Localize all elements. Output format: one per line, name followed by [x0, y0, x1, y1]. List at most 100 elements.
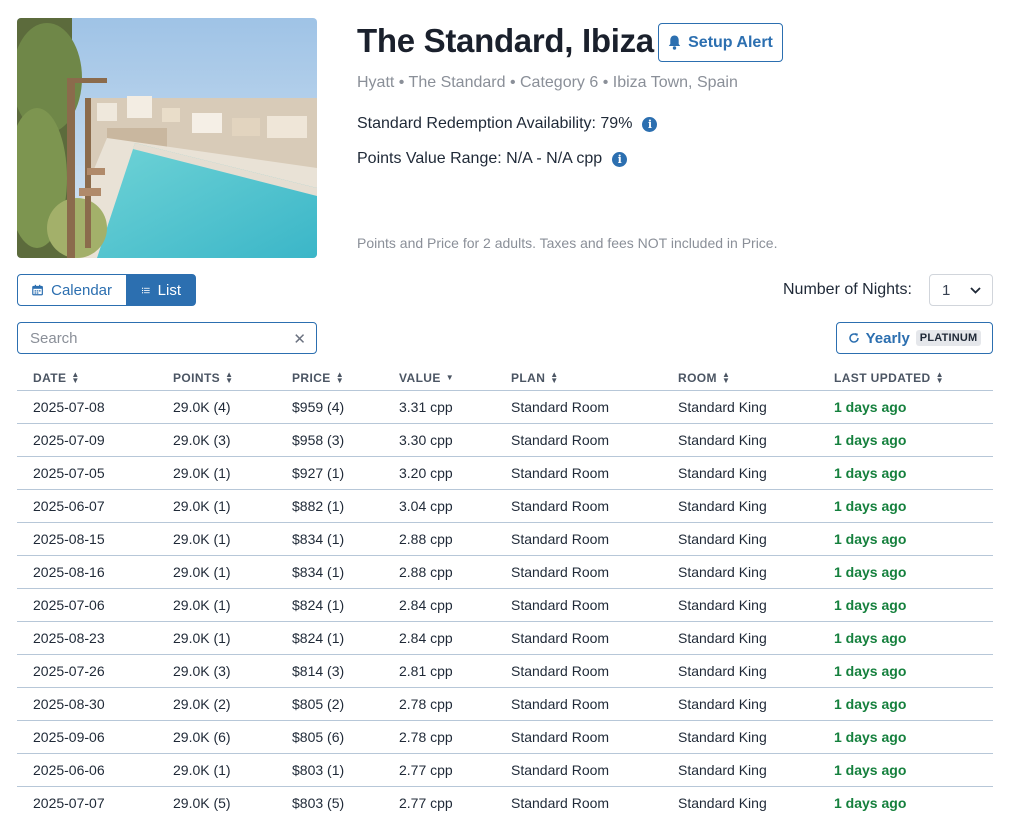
cell-price: $805 (2): [292, 696, 345, 712]
cell-points: 29.0K (3): [173, 432, 231, 448]
sort-icon: ▲ ▼: [225, 370, 234, 385]
search-input[interactable]: [18, 329, 278, 347]
table-row[interactable]: 2025-09-06 29.0K (6) $805 (6) 2.78 cpp S…: [17, 721, 993, 754]
cell-date: 2025-08-16: [33, 564, 105, 580]
cell-date: 2025-08-23: [33, 630, 105, 646]
cell-value: 2.88 cpp: [399, 531, 453, 547]
cell-room: Standard King: [678, 597, 767, 613]
cell-room: Standard King: [678, 564, 767, 580]
cell-value: 2.78 cpp: [399, 696, 453, 712]
cell-plan: Standard Room: [511, 432, 610, 448]
cell-plan: Standard Room: [511, 531, 610, 547]
cell-points: 29.0K (2): [173, 696, 231, 712]
header-room[interactable]: ROOM ▲ ▼: [662, 366, 818, 390]
cell-room: Standard King: [678, 696, 767, 712]
sort-icon: ▲ ▼: [550, 370, 559, 385]
table-row[interactable]: 2025-07-05 29.0K (1) $927 (1) 3.20 cpp S…: [17, 457, 993, 490]
sort-icon: ▲ ▼: [935, 370, 944, 385]
info-icon[interactable]: i: [612, 151, 628, 167]
info-icon[interactable]: i: [642, 116, 658, 132]
table-row[interactable]: 2025-06-07 29.0K (1) $882 (1) 3.04 cpp S…: [17, 490, 993, 523]
points-value-label: Points Value Range: N/A - N/A cpp: [357, 150, 603, 167]
header-date[interactable]: DATE ▲ ▼: [17, 366, 157, 390]
cell-plan: Standard Room: [511, 696, 610, 712]
cell-last-updated: 1 days ago: [834, 597, 907, 613]
cell-room: Standard King: [678, 498, 767, 514]
header-plan[interactable]: PLAN ▲ ▼: [495, 366, 662, 390]
cell-price: $959 (4): [292, 399, 345, 415]
cell-points: 29.0K (1): [173, 762, 231, 778]
nights-select[interactable]: 1: [929, 274, 993, 306]
cell-date: 2025-07-09: [33, 432, 105, 448]
cell-points: 29.0K (1): [173, 465, 231, 481]
cell-value: 2.81 cpp: [399, 663, 453, 679]
cell-last-updated: 1 days ago: [834, 630, 907, 646]
cell-points: 29.0K (1): [173, 597, 231, 613]
cell-plan: Standard Room: [511, 663, 610, 679]
setup-alert-button[interactable]: Setup Alert: [658, 23, 783, 62]
table-row[interactable]: 2025-07-09 29.0K (3) $958 (3) 3.30 cpp S…: [17, 424, 993, 457]
calendar-view-button[interactable]: Calendar: [17, 274, 127, 306]
table-row[interactable]: 2025-08-23 29.0K (1) $824 (1) 2.84 cpp S…: [17, 622, 993, 655]
table-row[interactable]: 2025-07-07 29.0K (5) $803 (5) 2.77 cpp S…: [17, 787, 993, 815]
list-view-button[interactable]: List: [127, 274, 196, 306]
yearly-label: Yearly: [865, 329, 910, 347]
cell-plan: Standard Room: [511, 762, 610, 778]
cell-price: $834 (1): [292, 531, 345, 547]
refresh-icon: [848, 333, 859, 343]
cell-date: 2025-07-26: [33, 663, 105, 679]
clear-icon[interactable]: ✕: [293, 330, 306, 348]
cell-room: Standard King: [678, 729, 767, 745]
cell-price: $927 (1): [292, 465, 345, 481]
yearly-button[interactable]: Yearly PLATINUM: [836, 322, 993, 354]
cell-plan: Standard Room: [511, 729, 610, 745]
cell-price: $824 (1): [292, 597, 345, 613]
table-row[interactable]: 2025-08-30 29.0K (2) $805 (2) 2.78 cpp S…: [17, 688, 993, 721]
cell-room: Standard King: [678, 399, 767, 415]
bell-icon: [668, 35, 681, 50]
table-row[interactable]: 2025-08-16 29.0K (1) $834 (1) 2.88 cpp S…: [17, 556, 993, 589]
cell-date: 2025-09-06: [33, 729, 105, 745]
cell-plan: Standard Room: [511, 399, 610, 415]
list-label: List: [157, 281, 181, 299]
table-row[interactable]: 2025-08-15 29.0K (1) $834 (1) 2.88 cpp S…: [17, 523, 993, 556]
calendar-icon: [32, 284, 43, 296]
table-row[interactable]: 2025-06-06 29.0K (1) $803 (1) 2.77 cpp S…: [17, 754, 993, 787]
cell-date: 2025-07-08: [33, 399, 105, 415]
cell-plan: Standard Room: [511, 564, 610, 580]
cell-value: 2.88 cpp: [399, 564, 453, 580]
table-row[interactable]: 2025-07-08 29.0K (4) $959 (4) 3.31 cpp S…: [17, 391, 993, 424]
points-value-stat: Points Value Range: N/A - N/A cpp i: [357, 150, 628, 168]
cell-plan: Standard Room: [511, 597, 610, 613]
header-last-updated[interactable]: LAST UPDATED ▲ ▼: [818, 366, 993, 390]
header-value[interactable]: VALUE ▼: [383, 366, 495, 390]
cell-points: 29.0K (1): [173, 564, 231, 580]
table-row[interactable]: 2025-07-06 29.0K (1) $824 (1) 2.84 cpp S…: [17, 589, 993, 622]
cell-room: Standard King: [678, 795, 767, 811]
cell-room: Standard King: [678, 663, 767, 679]
cell-price: $882 (1): [292, 498, 345, 514]
table-header: DATE ▲ ▼ POINTS ▲ ▼ PRICE ▲ ▼ VALUE ▼ PLAN ▲ ▼ RO…: [17, 366, 993, 391]
cell-room: Standard King: [678, 465, 767, 481]
cell-last-updated: 1 days ago: [834, 564, 907, 580]
table-row[interactable]: 2025-07-26 29.0K (3) $814 (3) 2.81 cpp S…: [17, 655, 993, 688]
cell-plan: Standard Room: [511, 630, 610, 646]
header-points[interactable]: POINTS ▲ ▼: [157, 366, 276, 390]
cell-points: 29.0K (3): [173, 663, 231, 679]
cell-price: $805 (6): [292, 729, 345, 745]
search-box: ✕: [17, 322, 317, 354]
calendar-label: Calendar: [51, 281, 112, 299]
cell-points: 29.0K (1): [173, 531, 231, 547]
view-toggle: Calendar List: [17, 274, 196, 306]
header-price[interactable]: PRICE ▲ ▼: [276, 366, 383, 390]
cell-price: $803 (1): [292, 762, 345, 778]
rates-table: DATE ▲ ▼ POINTS ▲ ▼ PRICE ▲ ▼ VALUE ▼ PLAN ▲ ▼ RO…: [17, 366, 993, 815]
cell-plan: Standard Room: [511, 795, 610, 811]
cell-value: 3.31 cpp: [399, 399, 453, 415]
cell-value: 3.30 cpp: [399, 432, 453, 448]
cell-value: 2.77 cpp: [399, 762, 453, 778]
cell-room: Standard King: [678, 432, 767, 448]
chevron-down-icon: [970, 286, 981, 294]
cell-plan: Standard Room: [511, 465, 610, 481]
cell-value: 2.84 cpp: [399, 597, 453, 613]
